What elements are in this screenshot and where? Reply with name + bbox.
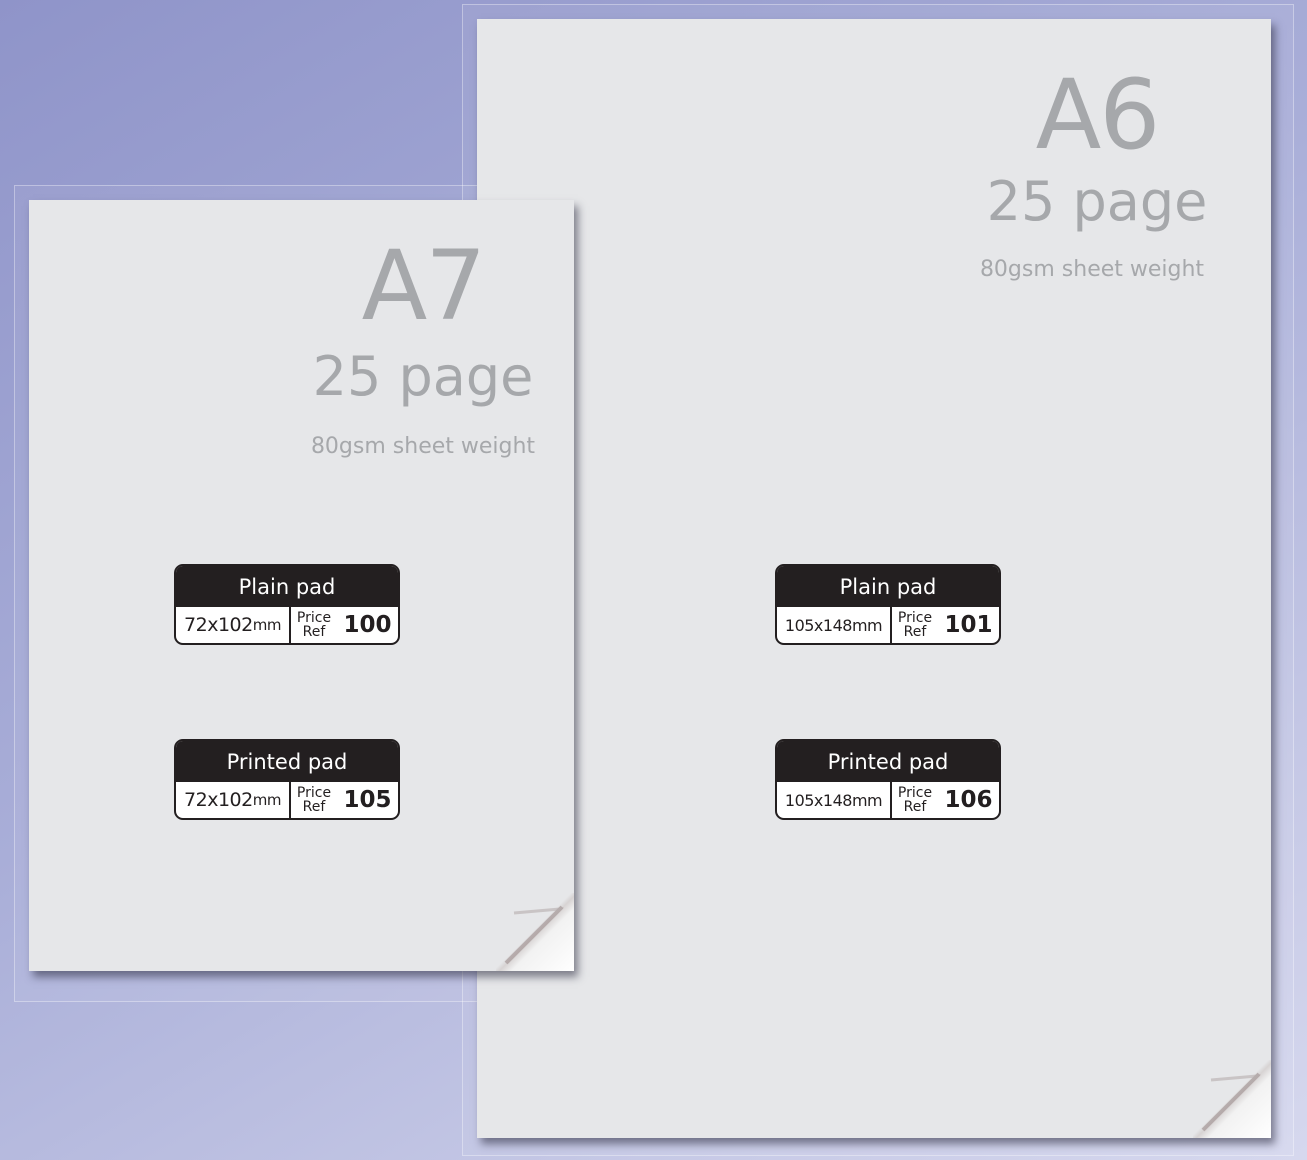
a7-size-code: A7	[361, 230, 487, 342]
label-price-ref-caption: Price Ref	[296, 610, 332, 640]
a6-printed-pad-label: Printed pad 105x148 mm Price Ref 106	[775, 739, 1001, 820]
a7-page-count: 25 page	[312, 345, 534, 408]
label-price-ref: 100	[343, 612, 392, 638]
a6-plain-pad-label: Plain pad 105x148 mm Price Ref 101	[775, 564, 1001, 645]
page-curl-icon	[1193, 1060, 1271, 1138]
label-title: Printed pad	[176, 741, 398, 782]
label-dimensions: 72x102 mm	[176, 607, 291, 643]
a7-sheet: A7 25 page 80gsm sheet weight Plain pad …	[29, 200, 574, 971]
label-price-ref-caption: Price Ref	[296, 785, 332, 815]
label-title: Printed pad	[777, 741, 999, 782]
a6-page-count: 25 page	[986, 170, 1208, 233]
label-price-ref-caption: Price Ref	[897, 785, 933, 815]
label-price-ref: 105	[343, 787, 392, 813]
a6-sheet: A6 25 page 80gsm sheet weight Plain pad …	[477, 19, 1271, 1138]
label-price-ref: 106	[944, 787, 993, 813]
page-curl-icon	[496, 893, 574, 971]
a6-sheet-weight: 80gsm sheet weight	[979, 257, 1205, 282]
a6-size-code: A6	[1035, 59, 1161, 171]
label-dimensions: 72x102 mm	[176, 782, 291, 818]
label-dimensions: 105x148 mm	[777, 782, 892, 818]
label-title: Plain pad	[777, 566, 999, 607]
label-dimensions: 105x148 mm	[777, 607, 892, 643]
a7-plain-pad-label: Plain pad 72x102 mm Price Ref 100	[174, 564, 400, 645]
label-price-ref: 101	[944, 612, 993, 638]
a7-printed-pad-label: Printed pad 72x102 mm Price Ref 105	[174, 739, 400, 820]
label-price-ref-caption: Price Ref	[897, 610, 933, 640]
a7-sheet-weight: 80gsm sheet weight	[310, 434, 536, 459]
label-title: Plain pad	[176, 566, 398, 607]
